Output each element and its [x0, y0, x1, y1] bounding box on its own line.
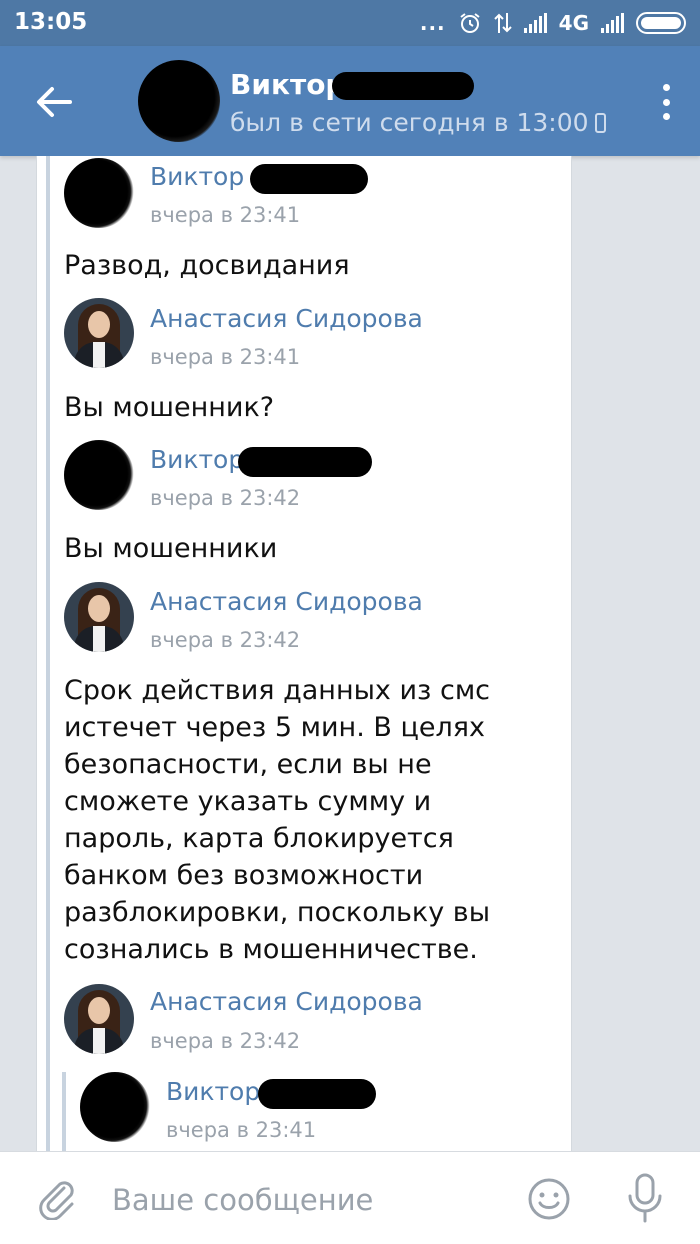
- alarm-icon: [460, 13, 480, 33]
- data-transfer-icon: [493, 13, 512, 33]
- message-text: Вы мошенники: [64, 533, 278, 564]
- forward-quote-bar: [46, 156, 50, 1151]
- mobile-phone-icon: [594, 113, 606, 133]
- message-time: вчера в 23:42: [150, 628, 301, 652]
- avatar[interactable]: [80, 1072, 150, 1142]
- chat-header: Виктор был в сети сегодня в 13:00: [0, 46, 700, 156]
- redacted-surname: [250, 164, 368, 194]
- redacted-surname: [238, 447, 372, 477]
- message-text: Срок действия данных из смс истечет чере…: [64, 675, 491, 965]
- sender-name[interactable]: Виктор: [166, 1077, 260, 1106]
- signal-icon: [523, 13, 547, 33]
- message-time: вчера в 23:42: [150, 1029, 301, 1053]
- message-time: вчера в 23:41: [150, 345, 301, 369]
- notification-dots: ...: [419, 11, 446, 35]
- status-time: 13:05: [14, 9, 88, 35]
- message-input[interactable]: [112, 1180, 502, 1220]
- sender-name[interactable]: Анастасия Сидорова: [150, 587, 423, 616]
- status-icons: ... 4G: [420, 8, 686, 38]
- sender-name[interactable]: Анастасия Сидорова: [150, 987, 423, 1016]
- signal-icon-2: [601, 13, 624, 33]
- avatar[interactable]: [64, 158, 134, 228]
- microphone-icon[interactable]: [624, 1172, 666, 1224]
- message-composer: [0, 1151, 700, 1244]
- contact-name[interactable]: Виктор: [230, 68, 345, 101]
- last-seen-text: был в сети сегодня в 13:00: [230, 108, 589, 137]
- message-text: Вы мошенник?: [64, 392, 275, 423]
- message-time: вчера в 23:41: [150, 203, 301, 227]
- paperclip-icon[interactable]: [34, 1176, 78, 1220]
- battery-icon: [636, 12, 686, 34]
- nested-quote-bar: [62, 1072, 66, 1151]
- sender-name[interactable]: Виктор: [150, 445, 244, 474]
- avatar[interactable]: [64, 984, 134, 1054]
- message-time: вчера в 23:42: [150, 486, 301, 510]
- avatar[interactable]: [64, 440, 134, 510]
- message-time: вчера в 23:41: [166, 1118, 317, 1142]
- emoji-smile-icon[interactable]: [526, 1176, 572, 1222]
- status-bar: 13:05 ... 4G: [0, 0, 700, 46]
- contact-avatar[interactable]: [138, 60, 220, 142]
- network-type: 4G: [558, 11, 589, 35]
- sender-name[interactable]: Виктор: [150, 162, 244, 191]
- back-arrow-icon[interactable]: [30, 78, 78, 126]
- message-text: Развод, досвидания: [64, 250, 350, 281]
- redacted-surname: [258, 1079, 376, 1109]
- more-menu-icon[interactable]: [660, 84, 672, 120]
- last-seen-status: был в сети сегодня в 13:00: [230, 108, 606, 137]
- avatar[interactable]: [64, 298, 134, 368]
- redacted-surname: [332, 72, 474, 100]
- avatar[interactable]: [64, 582, 134, 652]
- sender-name[interactable]: Анастасия Сидорова: [150, 304, 423, 333]
